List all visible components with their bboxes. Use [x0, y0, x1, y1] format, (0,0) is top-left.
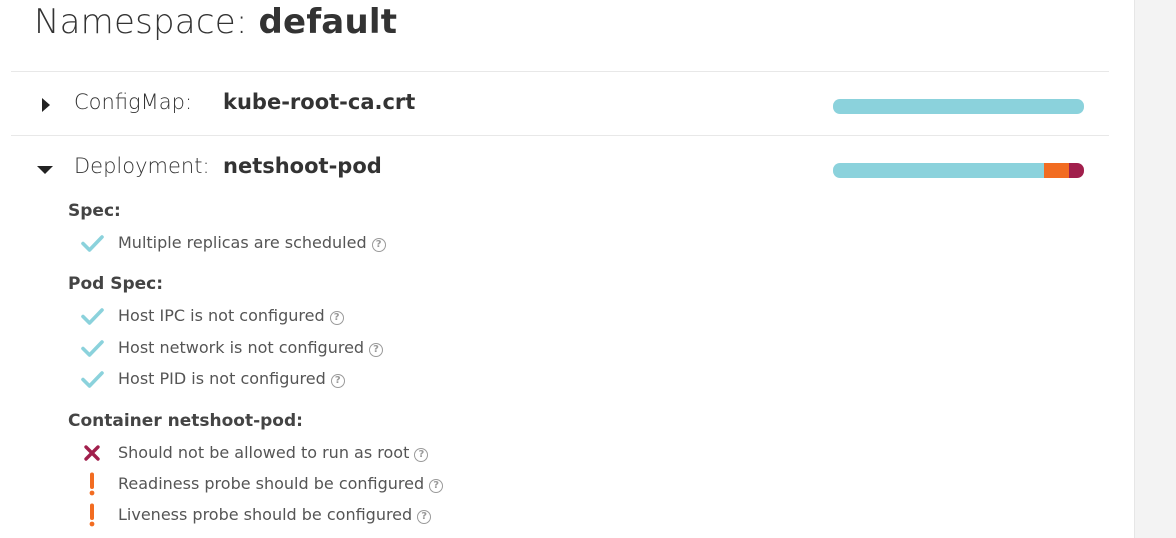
page-title-prefix: Namespace:: [34, 2, 259, 42]
check-message: Liveness probe should be configured?: [118, 505, 432, 524]
resource-name: netshoot-pod: [223, 154, 382, 178]
score-bar: [833, 99, 1084, 114]
resource-divider: [11, 135, 1109, 136]
namespace-name: default: [258, 2, 398, 42]
score-segment-danger: [1068, 163, 1084, 178]
help-icon[interactable]: ?: [429, 479, 444, 493]
score-bar: [833, 163, 1084, 178]
section-heading: Spec:: [68, 201, 121, 221]
help-icon[interactable]: ?: [417, 510, 432, 524]
help-icon[interactable]: ?: [329, 311, 344, 325]
score-segment-passing: [833, 163, 1044, 178]
resource-row-configmap[interactable]: ConfigMap: kube-root-ca.crt: [0, 88, 1110, 128]
exclamation-icon: [80, 503, 104, 527]
help-icon[interactable]: ?: [369, 343, 384, 357]
section-heading: Pod Spec:: [68, 274, 164, 294]
caret-right-icon[interactable]: [42, 98, 50, 112]
check-message: Host PID is not configured?: [118, 369, 345, 388]
check-message: Host network is not configured?: [118, 338, 384, 357]
check-icon: [80, 336, 104, 360]
exclamation-icon: [80, 472, 104, 496]
resource-name: kube-root-ca.crt: [223, 90, 416, 114]
check-icon: [80, 367, 104, 391]
resource-row-deployment[interactable]: Deployment: netshoot-pod: [0, 152, 1110, 192]
check-icon: [80, 231, 104, 255]
check-message: Readiness probe should be configured?: [118, 474, 444, 493]
help-icon[interactable]: ?: [414, 448, 429, 462]
caret-down-icon[interactable]: [37, 166, 53, 174]
score-segment-warning: [1043, 163, 1069, 178]
header-divider: [11, 71, 1109, 72]
resource-kind: ConfigMap:: [74, 90, 193, 114]
resource-kind: Deployment:: [74, 154, 210, 178]
check-message: Multiple replicas are scheduled?: [118, 233, 386, 252]
check-message: Should not be allowed to run as root?: [118, 443, 429, 462]
check-message: Host IPC is not configured?: [118, 306, 344, 325]
check-icon: [80, 304, 104, 328]
page-title: Namespace: default: [34, 2, 397, 42]
right-panel: [1134, 0, 1176, 538]
help-icon[interactable]: ?: [371, 238, 386, 252]
score-segment-passing: [833, 99, 1084, 114]
help-icon[interactable]: ?: [330, 374, 345, 388]
section-heading: Container netshoot-pod:: [68, 411, 303, 431]
x-icon: [80, 441, 104, 465]
